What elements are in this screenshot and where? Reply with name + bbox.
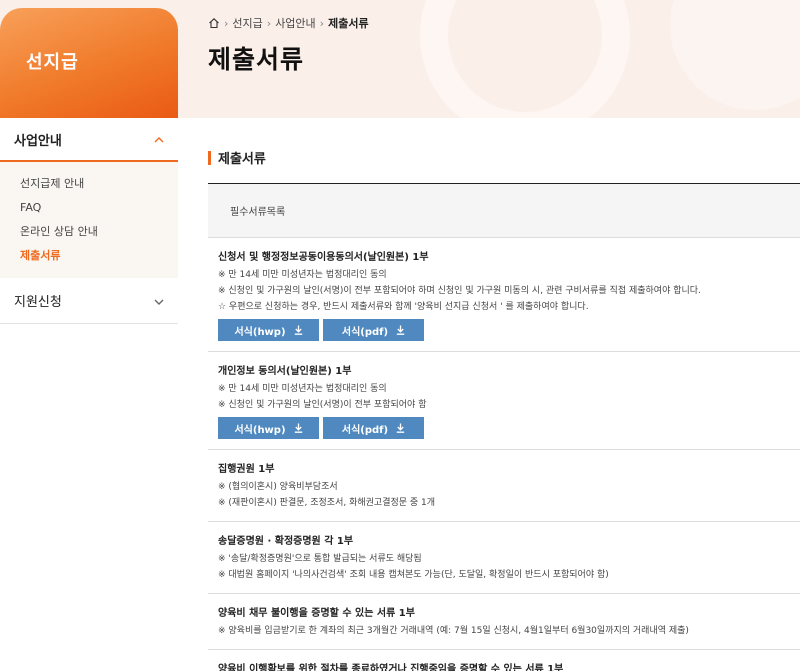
download-pdf-button[interactable]: 서식(pdf) — [323, 319, 424, 341]
button-label: 서식(pdf) — [341, 326, 389, 338]
doc-note: ※ 대법원 홈페이지 '나의사건검색' 조회 내용 캡쳐본도 가능(단, 도달일… — [218, 570, 609, 580]
home-icon[interactable] — [208, 17, 220, 29]
doc-note: ※ (협의이혼시) 양육비부담조서 — [218, 482, 338, 492]
doc-title: 개인정보 동의서(날인원본) 1부 — [218, 366, 352, 377]
breadcrumb-separator: › — [224, 16, 229, 30]
doc-note: ※ '송달/확정증명원'으로 통합 발급되는 서류도 해당됨 — [218, 554, 422, 564]
download-hwp-button[interactable]: 서식(hwp) — [218, 319, 319, 341]
download-buttons: 서식(hwp) 서식(pdf) — [218, 319, 790, 341]
breadcrumb-item[interactable]: 선지급 — [232, 15, 262, 31]
table-row: 집행권원 1부 ※ (협의이혼시) 양육비부담조서 ※ (재판이혼시) 판결문,… — [208, 450, 800, 522]
sidebar-item-online-consult[interactable]: 온라인 상담 안내 — [0, 220, 178, 244]
table-row: 양육비 채무 불이행을 증명할 수 있는 서류 1부 ※ 양육비를 입금받기로 … — [208, 594, 800, 650]
table-row: 양육비 이행확보를 위한 절차를 종료하였거나 진행중임을 증명할 수 있는 서… — [208, 650, 800, 671]
download-icon — [294, 423, 303, 433]
button-label: 서식(hwp) — [234, 326, 286, 338]
table-row: 개인정보 동의서(날인원본) 1부 ※ 만 14세 미만 미성년자는 법정대리인… — [208, 352, 800, 450]
doc-note: ※ (재판이혼시) 판결문, 조정조서, 화해권고결정문 중 1개 — [218, 498, 436, 508]
section-title-text: 제출서류 — [218, 152, 266, 167]
table-row: 송달증명원 · 확정증명원 각 1부 ※ '송달/확정증명원'으로 통합 발급되… — [208, 522, 800, 594]
sidebar-item-documents[interactable]: 제출서류 — [0, 244, 178, 268]
page-title: 제출서류 — [208, 45, 305, 74]
sidebar-menu-apply[interactable]: 지원신청 — [0, 278, 178, 324]
doc-note: ※ 만 14세 미만 미성년자는 법정대리인 동의 — [218, 270, 387, 280]
chevron-up-icon — [154, 132, 164, 146]
sidebar-menu: 사업안내 선지급제 안내 FAQ 온라인 상담 안내 제출서류 지원신청 — [0, 118, 178, 324]
sidebar-menu-label: 지원신청 — [14, 295, 62, 310]
sidebar-item-prepayment-info[interactable]: 선지급제 안내 — [0, 172, 178, 196]
sidebar-banner: 선지급 — [0, 8, 178, 118]
table-row: 신청서 및 행정정보공동이용동의서(날인원본) 1부 ※ 만 14세 미만 미성… — [208, 238, 800, 352]
table-header: 필수서류목록 — [208, 184, 800, 238]
sidebar-menu-business-info[interactable]: 사업안내 — [0, 118, 178, 162]
documents-table: 필수서류목록 신청서 및 행정정보공동이용동의서(날인원본) 1부 ※ 만 14… — [208, 183, 800, 671]
breadcrumb-separator: › — [319, 16, 325, 30]
doc-title: 집행권원 1부 — [218, 464, 275, 475]
decorative-circle — [420, 0, 630, 118]
breadcrumb: › 선지급 › 사업안내 › 제출서류 — [208, 15, 369, 31]
download-buttons: 서식(hwp) 서식(pdf) — [218, 417, 790, 439]
section-title: 제출서류 — [208, 148, 266, 167]
doc-note: ※ 신청인 및 가구원의 날인(서명)이 전부 포함되어야 함 — [218, 400, 427, 410]
button-label: 서식(hwp) — [234, 424, 286, 436]
breadcrumb-current: 제출서류 — [328, 17, 369, 30]
doc-title: 신청서 및 행정정보공동이용동의서(날인원본) 1부 — [218, 252, 429, 263]
sidebar-submenu: 선지급제 안내 FAQ 온라인 상담 안내 제출서류 — [0, 162, 178, 278]
button-label: 서식(pdf) — [341, 424, 389, 436]
download-icon — [294, 325, 303, 335]
doc-note: ☆ 우편으로 신청하는 경우, 반드시 제출서류와 함께 '양육비 선지급 신청… — [218, 302, 589, 312]
doc-title: 송달증명원 · 확정증명원 각 1부 — [218, 536, 354, 547]
doc-title: 양육비 이행확보를 위한 절차를 종료하였거나 진행중임을 증명할 수 있는 서… — [218, 664, 564, 671]
doc-title: 양육비 채무 불이행을 증명할 수 있는 서류 1부 — [218, 608, 415, 619]
decorative-circle — [670, 0, 800, 110]
download-icon — [396, 423, 405, 433]
sidebar-item-faq[interactable]: FAQ — [0, 196, 178, 220]
sidebar-menu-label: 사업안내 — [14, 133, 62, 149]
download-icon — [396, 325, 405, 335]
section-accent-bar — [208, 150, 211, 165]
doc-note: ※ 양육비를 입금받기로 한 계좌의 최근 3개월간 거래내역 (예: 7월 1… — [218, 626, 689, 636]
sidebar-banner-title: 선지급 — [26, 52, 79, 73]
breadcrumb-item[interactable]: 사업안내 — [275, 15, 315, 31]
download-pdf-button[interactable]: 서식(pdf) — [323, 417, 424, 439]
breadcrumb-separator: › — [266, 16, 272, 30]
doc-note: ※ 신청인 및 가구원의 날인(서명)이 전부 포함되어야 하며 신청인 및 가… — [218, 286, 701, 296]
chevron-down-icon — [154, 294, 164, 308]
doc-note: ※ 만 14세 미만 미성년자는 법정대리인 동의 — [218, 384, 387, 394]
download-hwp-button[interactable]: 서식(hwp) — [218, 417, 319, 439]
